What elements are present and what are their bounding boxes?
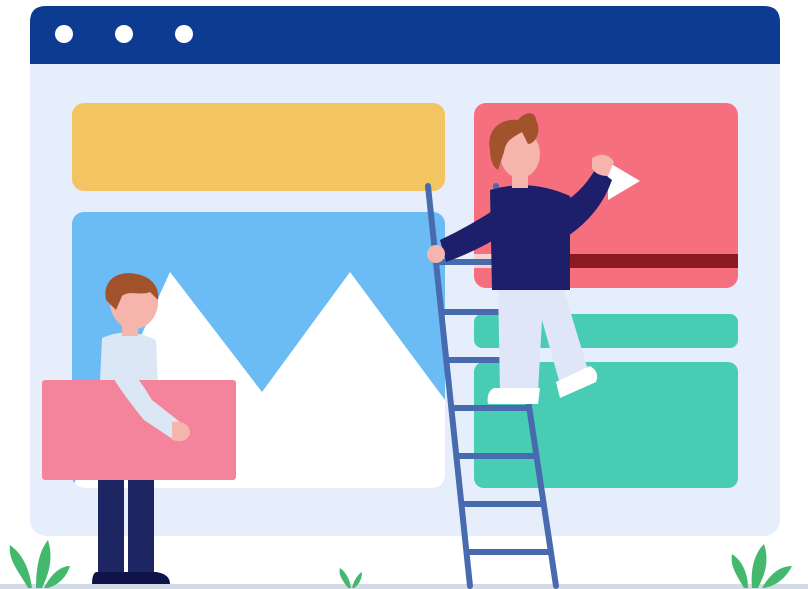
illustration-scene: [0, 6, 808, 589]
plant-right: [731, 544, 792, 588]
left-person-shoe: [92, 572, 126, 584]
window-dot-icon[interactable]: [175, 25, 193, 43]
ladder-person-hand: [427, 245, 445, 263]
window-titlebar: [30, 6, 780, 64]
window-dot-icon[interactable]: [115, 25, 133, 43]
window-dot-icon[interactable]: [55, 25, 73, 43]
left-person-shoe: [126, 572, 170, 584]
ground-line: [0, 584, 808, 589]
left-person-leg: [128, 470, 154, 576]
left-person-leg: [98, 470, 124, 576]
ladder-person-shirt: [490, 185, 570, 290]
plant-left: [9, 540, 70, 588]
header-block: [72, 103, 445, 191]
ladder-person-shoe: [487, 388, 540, 404]
